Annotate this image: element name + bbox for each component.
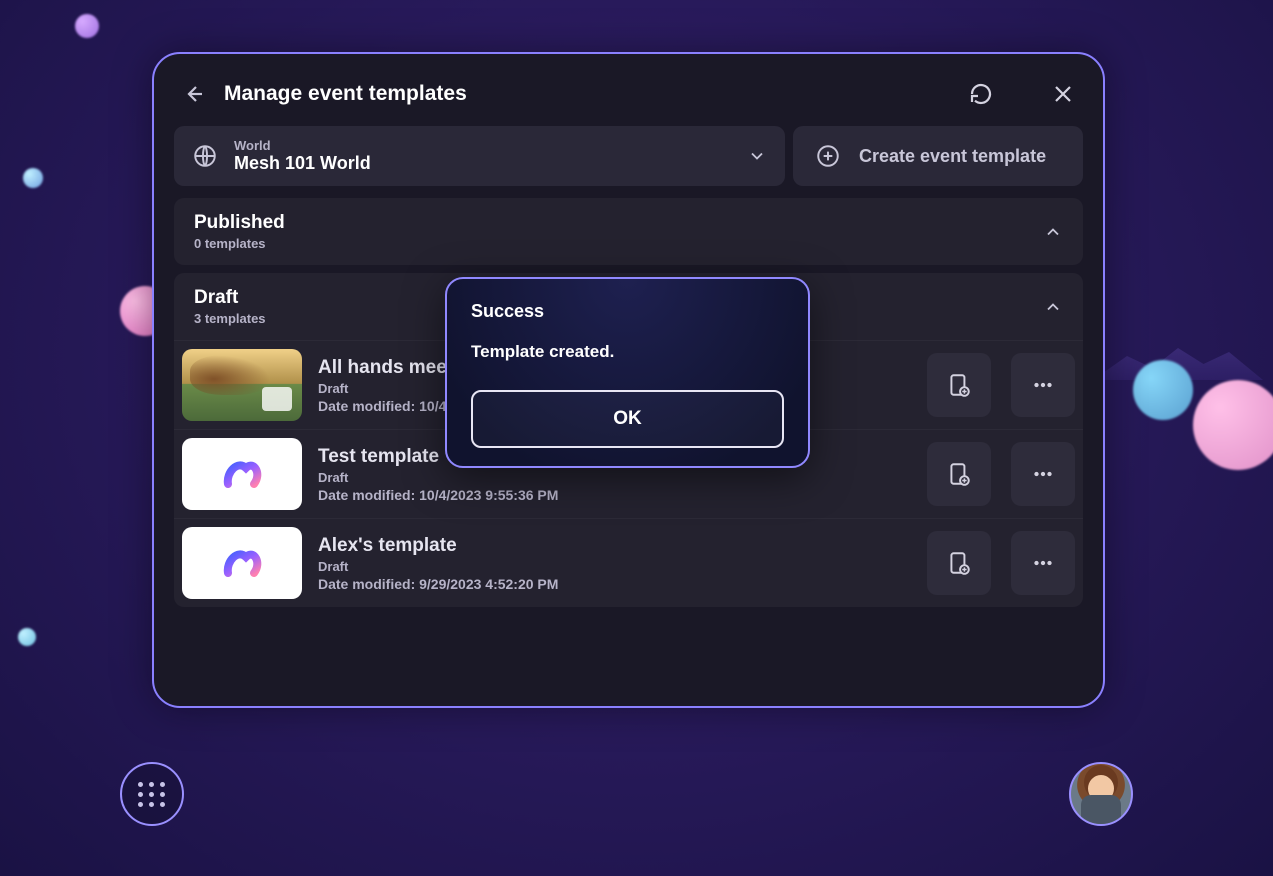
publish-button[interactable] bbox=[927, 353, 991, 417]
page-title: Manage event templates bbox=[224, 82, 951, 106]
modal-title: Success bbox=[471, 301, 784, 322]
template-name: Alex's template bbox=[318, 535, 911, 557]
published-title: Published bbox=[194, 212, 285, 234]
app-menu-button[interactable] bbox=[120, 762, 184, 826]
grid-icon bbox=[138, 782, 166, 807]
more-button[interactable] bbox=[1011, 353, 1075, 417]
device-icon bbox=[946, 372, 972, 398]
ellipsis-icon bbox=[1030, 550, 1056, 576]
toolbar-row: World Mesh 101 World Create event templa… bbox=[174, 126, 1083, 186]
publish-button[interactable] bbox=[927, 442, 991, 506]
draft-title: Draft bbox=[194, 287, 266, 309]
plus-circle-icon bbox=[815, 143, 841, 169]
device-icon bbox=[946, 550, 972, 576]
published-header[interactable]: Published 0 templates bbox=[174, 198, 1083, 265]
world-label: World bbox=[234, 138, 371, 153]
back-arrow-icon[interactable] bbox=[182, 82, 206, 106]
success-modal: Success Template created. OK bbox=[445, 277, 810, 468]
create-template-button[interactable]: Create event template bbox=[793, 126, 1083, 186]
world-dropdown[interactable]: World Mesh 101 World bbox=[174, 126, 785, 186]
create-template-label: Create event template bbox=[859, 146, 1046, 167]
template-modified: Date modified: 9/29/2023 4:52:20 PM bbox=[318, 576, 911, 592]
mesh-logo-icon bbox=[222, 545, 262, 581]
published-section: Published 0 templates bbox=[174, 198, 1083, 265]
draft-count: 3 templates bbox=[194, 311, 266, 326]
bg-orb bbox=[23, 168, 43, 188]
globe-icon bbox=[192, 143, 218, 169]
refresh-icon[interactable] bbox=[969, 82, 993, 106]
device-icon bbox=[946, 461, 972, 487]
bg-orb bbox=[18, 628, 36, 646]
template-status: Draft bbox=[318, 470, 911, 485]
template-status: Draft bbox=[318, 559, 911, 574]
chevron-up-icon bbox=[1043, 297, 1063, 317]
publish-button[interactable] bbox=[927, 531, 991, 595]
more-button[interactable] bbox=[1011, 531, 1075, 595]
more-button[interactable] bbox=[1011, 442, 1075, 506]
template-row[interactable]: Alex's template Draft Date modified: 9/2… bbox=[174, 518, 1083, 607]
ellipsis-icon bbox=[1030, 461, 1056, 487]
modal-ok-button[interactable]: OK bbox=[471, 390, 784, 448]
mesh-logo-icon bbox=[222, 456, 262, 492]
template-thumbnail bbox=[182, 438, 302, 510]
template-thumbnail bbox=[182, 349, 302, 421]
bg-orb bbox=[1193, 380, 1273, 470]
profile-avatar-button[interactable] bbox=[1069, 762, 1133, 826]
ellipsis-icon bbox=[1030, 372, 1056, 398]
modal-message: Template created. bbox=[471, 342, 784, 362]
template-modified: Date modified: 10/4/2023 9:55:36 PM bbox=[318, 487, 911, 503]
published-count: 0 templates bbox=[194, 236, 285, 251]
bg-orb bbox=[1133, 360, 1193, 420]
chevron-up-icon bbox=[1043, 222, 1063, 242]
world-value: Mesh 101 World bbox=[234, 153, 371, 174]
bg-orb bbox=[75, 14, 99, 38]
template-thumbnail bbox=[182, 527, 302, 599]
close-icon[interactable] bbox=[1051, 82, 1075, 106]
panel-header: Manage event templates bbox=[174, 74, 1083, 126]
chevron-down-icon bbox=[747, 146, 767, 166]
